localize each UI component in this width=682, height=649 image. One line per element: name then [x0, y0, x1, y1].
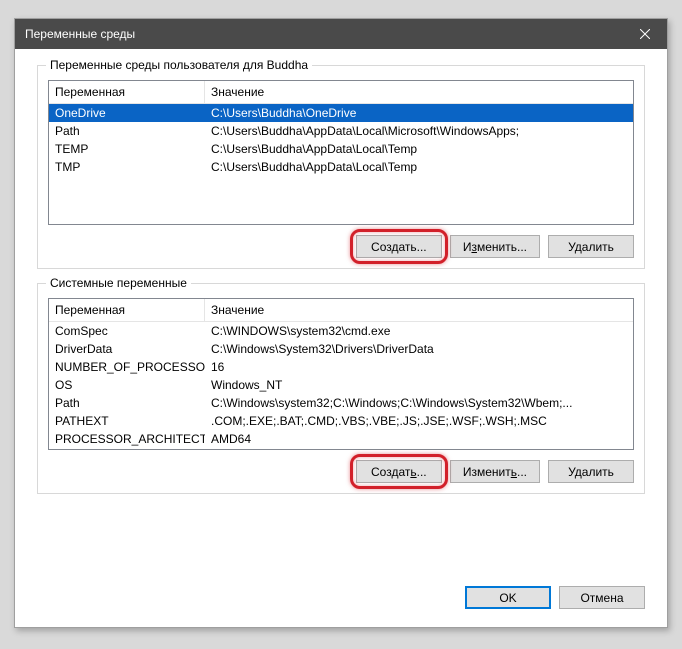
column-header-value[interactable]: Значение — [205, 299, 633, 321]
column-header-name[interactable]: Переменная — [49, 81, 205, 103]
highlight-annotation: Создать... — [356, 460, 442, 483]
client-area: Переменные среды пользователя для Buddha… — [15, 49, 667, 627]
system-create-button[interactable]: Создать... — [356, 460, 442, 483]
var-name-cell: DriverData — [49, 340, 205, 358]
window-title: Переменные среды — [25, 27, 135, 41]
user-edit-button[interactable]: Изменить... — [450, 235, 540, 258]
var-name-cell: ComSpec — [49, 322, 205, 340]
system-vars-header[interactable]: Переменная Значение — [49, 299, 633, 322]
user-vars-list[interactable]: Переменная Значение OneDriveC:\Users\Bud… — [48, 80, 634, 225]
ok-button[interactable]: OK — [465, 586, 551, 609]
var-value-cell: .COM;.EXE;.BAT;.CMD;.VBS;.VBE;.JS;.JSE;.… — [205, 412, 633, 430]
button-label: Создать... — [371, 240, 427, 254]
var-name-cell: OS — [49, 376, 205, 394]
user-vars-group: Переменные среды пользователя для Buddha… — [37, 65, 645, 269]
table-row[interactable]: TEMPC:\Users\Buddha\AppData\Local\Temp — [49, 140, 633, 158]
user-vars-header[interactable]: Переменная Значение — [49, 81, 633, 104]
table-row[interactable]: DriverDataC:\Windows\System32\Drivers\Dr… — [49, 340, 633, 358]
var-value-cell: C:\Users\Buddha\OneDrive — [205, 104, 633, 122]
cancel-button[interactable]: Отмена — [559, 586, 645, 609]
screenshot-frame: Переменные среды Переменные среды пользо… — [0, 0, 682, 649]
user-create-button[interactable]: Создать... — [356, 235, 442, 258]
user-vars-group-label: Переменные среды пользователя для Buddha — [46, 58, 312, 72]
table-row[interactable]: OSWindows_NT — [49, 376, 633, 394]
table-row[interactable]: OneDriveC:\Users\Buddha\OneDrive — [49, 104, 633, 122]
var-value-cell: C:\Users\Buddha\AppData\Local\Temp — [205, 158, 633, 176]
table-row[interactable]: NUMBER_OF_PROCESSORS16 — [49, 358, 633, 376]
table-row[interactable]: PATHEXT.COM;.EXE;.BAT;.CMD;.VBS;.VBE;.JS… — [49, 412, 633, 430]
button-label: Создать... — [371, 465, 427, 479]
var-name-cell: OneDrive — [49, 104, 205, 122]
var-value-cell: 16 — [205, 358, 633, 376]
column-header-value[interactable]: Значение — [205, 81, 633, 103]
button-label: Изменить... — [463, 465, 527, 479]
var-name-cell: PROCESSOR_ARCHITECTURE — [49, 430, 205, 448]
close-button[interactable] — [623, 19, 667, 49]
column-header-name[interactable]: Переменная — [49, 299, 205, 321]
var-value-cell: C:\Users\Buddha\AppData\Local\Microsoft\… — [205, 122, 633, 140]
var-name-cell: PATHEXT — [49, 412, 205, 430]
var-name-cell: TMP — [49, 158, 205, 176]
highlight-annotation: Создать... — [356, 235, 442, 258]
system-vars-group-label: Системные переменные — [46, 276, 191, 290]
var-value-cell: C:\Windows\System32\Drivers\DriverData — [205, 340, 633, 358]
var-name-cell: TEMP — [49, 140, 205, 158]
table-row[interactable]: ComSpecC:\WINDOWS\system32\cmd.exe — [49, 322, 633, 340]
button-label: Изменить... — [463, 240, 527, 254]
system-delete-button[interactable]: Удалить — [548, 460, 634, 483]
table-row[interactable]: PathC:\Users\Buddha\AppData\Local\Micros… — [49, 122, 633, 140]
table-row[interactable]: PathC:\Windows\system32;C:\Windows;C:\Wi… — [49, 394, 633, 412]
table-row[interactable]: TMPC:\Users\Buddha\AppData\Local\Temp — [49, 158, 633, 176]
system-vars-list[interactable]: Переменная Значение ComSpecC:\WINDOWS\sy… — [48, 298, 634, 450]
close-icon — [640, 29, 650, 39]
system-edit-button[interactable]: Изменить... — [450, 460, 540, 483]
button-label: Удалить — [568, 465, 614, 479]
var-name-cell: Path — [49, 122, 205, 140]
var-value-cell: Windows_NT — [205, 376, 633, 394]
table-row[interactable]: PROCESSOR_ARCHITECTUREAMD64 — [49, 430, 633, 448]
var-value-cell: C:\Windows\system32;C:\Windows;C:\Window… — [205, 394, 633, 412]
button-label: Удалить — [568, 240, 614, 254]
button-label: Отмена — [580, 591, 623, 605]
var-name-cell: Path — [49, 394, 205, 412]
user-delete-button[interactable]: Удалить — [548, 235, 634, 258]
system-vars-buttons: Создать... Изменить... Удалить — [48, 460, 634, 483]
user-vars-buttons: Создать... Изменить... Удалить — [48, 235, 634, 258]
var-value-cell: AMD64 — [205, 430, 633, 448]
system-vars-group: Системные переменные Переменная Значение… — [37, 283, 645, 494]
titlebar: Переменные среды — [15, 19, 667, 49]
var-name-cell: NUMBER_OF_PROCESSORS — [49, 358, 205, 376]
env-vars-window: Переменные среды Переменные среды пользо… — [14, 18, 668, 628]
var-value-cell: C:\WINDOWS\system32\cmd.exe — [205, 322, 633, 340]
dialog-buttons: OK Отмена — [37, 582, 645, 609]
button-label: OK — [499, 591, 516, 605]
var-value-cell: C:\Users\Buddha\AppData\Local\Temp — [205, 140, 633, 158]
